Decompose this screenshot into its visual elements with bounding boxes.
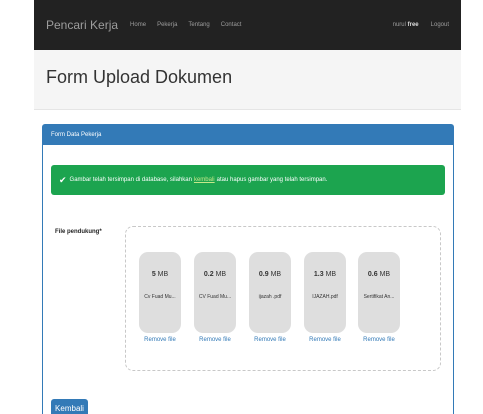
user-prefix: nurul bbox=[392, 22, 406, 28]
nav-link-contact[interactable]: Contact bbox=[221, 22, 242, 28]
file-dropzone[interactable]: 5 MB Cv Fuad Mu... Remove file 0.2 MB CV… bbox=[125, 226, 441, 371]
file-preview[interactable]: 1.3 MB IJAZAH.pdf bbox=[304, 252, 346, 333]
user-name[interactable]: nurul free bbox=[393, 22, 419, 28]
nav-link-pekerja[interactable]: Pekerja bbox=[157, 22, 177, 28]
nav-link-home[interactable]: Home bbox=[130, 22, 146, 28]
page-header: Form Upload Dokumen bbox=[34, 50, 461, 110]
remove-file-link[interactable]: Remove file bbox=[194, 337, 236, 343]
alert-back-link[interactable]: kembali bbox=[194, 177, 215, 183]
remove-file-link[interactable]: Remove file bbox=[304, 337, 346, 343]
success-alert: ✔ Gambar telah tersimpan di database, si… bbox=[51, 165, 445, 195]
check-icon: ✔ bbox=[59, 174, 67, 185]
logout-link[interactable]: Logout bbox=[431, 22, 449, 28]
remove-file-link[interactable]: Remove file bbox=[139, 337, 181, 343]
file-preview[interactable]: 0.9 MB ijazah .pdf bbox=[249, 252, 291, 333]
file-size: 0.6 MB bbox=[367, 271, 391, 278]
user-name-bold: free bbox=[407, 22, 419, 28]
page-title: Form Upload Dokumen bbox=[46, 67, 233, 87]
remove-file-link[interactable]: Remove file bbox=[249, 337, 291, 343]
file-name: Cv Fuad Mu... bbox=[144, 294, 176, 300]
file-preview[interactable]: 0.2 MB CV Fuad Mu... bbox=[194, 252, 236, 333]
file-field-label: File pendukung* bbox=[55, 229, 102, 235]
alert-text-before: Gambar telah tersimpan di database, sila… bbox=[69, 177, 192, 183]
nav-link-tentang[interactable]: Tentang bbox=[188, 22, 209, 28]
navbar-brand[interactable]: Pencari Kerja bbox=[46, 18, 118, 32]
file-name: IJAZAH.pdf bbox=[312, 294, 338, 300]
file-name: ijazah .pdf bbox=[258, 294, 282, 300]
file-preview[interactable]: 0.6 MB Sertifikat An... bbox=[358, 252, 400, 333]
file-size: 0.2 MB bbox=[203, 271, 227, 278]
top-navbar: Pencari Kerja Home Pekerja Tentang Conta… bbox=[34, 0, 461, 50]
remove-file-link[interactable]: Remove file bbox=[358, 337, 400, 343]
form-panel: Form Data Pekerja ✔ Gambar telah tersimp… bbox=[42, 124, 454, 414]
file-preview[interactable]: 5 MB Cv Fuad Mu... bbox=[139, 252, 181, 333]
alert-text-after: atau hapus gambar yang telah tersimpan. bbox=[216, 177, 328, 183]
file-name: CV Fuad Mu... bbox=[198, 294, 232, 300]
file-size: 0.9 MB bbox=[258, 271, 282, 278]
file-size: 5 MB bbox=[151, 271, 169, 278]
navbar-right: nurul free Logout bbox=[381, 22, 449, 28]
file-name: Sertifikat An... bbox=[363, 294, 395, 300]
panel-heading: Form Data Pekerja bbox=[43, 125, 453, 145]
back-button[interactable]: Kembali bbox=[51, 399, 88, 414]
file-size: 1.3 MB bbox=[313, 271, 337, 278]
